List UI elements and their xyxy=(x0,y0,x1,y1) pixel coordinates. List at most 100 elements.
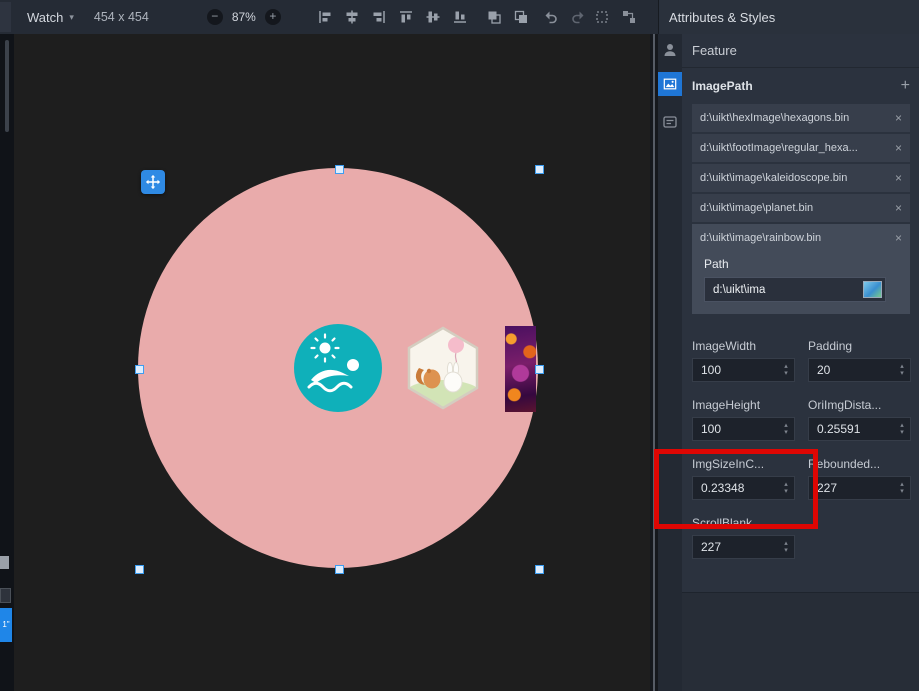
selection-handle[interactable] xyxy=(135,365,144,374)
remove-path-icon[interactable]: × xyxy=(895,111,902,125)
hexagon-image[interactable] xyxy=(406,326,480,410)
align-center-horizontal-icon[interactable] xyxy=(344,9,360,25)
remove-path-icon[interactable]: × xyxy=(895,171,902,185)
path-text: d:\uikt\footImage\regular_hexa... xyxy=(700,142,858,154)
align-right-icon[interactable] xyxy=(371,9,387,25)
path-text: d:\uikt\image\kaleidoscope.bin xyxy=(700,172,847,184)
path-input[interactable] xyxy=(704,277,886,302)
zoom-out-button[interactable]: − xyxy=(207,9,223,25)
left-edge-strip: 1" xyxy=(0,34,15,691)
left-scrollbar-thumb[interactable] xyxy=(5,40,9,132)
swim-badge-image[interactable] xyxy=(294,324,382,412)
align-horizontal-group xyxy=(317,9,387,25)
panel-header: Attributes & Styles xyxy=(658,0,919,34)
send-backward-icon[interactable] xyxy=(513,9,529,25)
undo-icon[interactable] xyxy=(543,9,559,25)
zoom-in-button[interactable]: + xyxy=(265,9,281,25)
path-list-item[interactable]: d:\uikt\image\planet.bin × xyxy=(692,194,910,222)
padding-label: Padding xyxy=(808,339,852,353)
image-tab-active[interactable] xyxy=(658,72,682,96)
image-height-spinner[interactable]: ▴▾ xyxy=(780,419,792,439)
rebounded-spinner[interactable]: ▴▾ xyxy=(896,478,908,498)
ori-img-distance-spinner[interactable]: ▴▾ xyxy=(896,419,908,439)
scroll-blank-spinner[interactable]: ▴▾ xyxy=(780,537,792,557)
spinner-down-icon[interactable]: ▾ xyxy=(900,370,904,377)
history-group xyxy=(543,9,586,25)
path-list-item[interactable]: d:\uikt\footImage\regular_hexa... × xyxy=(692,134,910,162)
user-tab[interactable] xyxy=(662,42,678,58)
watch-dropdown[interactable]: Watch ▾ xyxy=(27,10,74,25)
redo-icon[interactable] xyxy=(570,9,586,25)
scroll-blank-label: ScrollBlank... xyxy=(692,516,762,530)
spinner-down-icon[interactable]: ▾ xyxy=(784,370,788,377)
align-bottom-icon[interactable] xyxy=(452,9,468,25)
panel-title: Attributes & Styles xyxy=(669,10,775,25)
image-width-label: ImageWidth xyxy=(692,339,756,353)
list-tab[interactable] xyxy=(662,114,678,130)
spinner-up-icon[interactable]: ▴ xyxy=(900,481,904,488)
image-thumbnail[interactable] xyxy=(863,281,882,298)
corner-tab[interactable] xyxy=(0,2,11,32)
spinner-down-icon[interactable]: ▾ xyxy=(784,488,788,495)
align-vertical-group xyxy=(398,9,468,25)
padding-field: ▴▾ xyxy=(808,358,911,382)
swimmer-sun-icon xyxy=(294,324,382,412)
rebounded-field: ▴▾ xyxy=(808,476,911,500)
padding-spinner[interactable]: ▴▾ xyxy=(896,360,908,380)
spinner-up-icon[interactable]: ▴ xyxy=(784,363,788,370)
img-size-in-c-spinner[interactable]: ▴▾ xyxy=(780,478,792,498)
spinner-down-icon[interactable]: ▾ xyxy=(900,488,904,495)
align-middle-vertical-icon[interactable] xyxy=(425,9,441,25)
path-list-item[interactable]: d:\uikt\image\rainbow.bin × xyxy=(692,224,910,252)
left-strip-tab-2[interactable] xyxy=(0,588,11,603)
spinner-down-icon[interactable]: ▾ xyxy=(784,547,788,554)
spinner-down-icon[interactable]: ▾ xyxy=(784,429,788,436)
ori-img-distance-label: OriImgDista... xyxy=(808,398,881,412)
add-path-button[interactable]: + xyxy=(901,78,910,94)
canvas-scrollbar-thumb[interactable] xyxy=(653,34,655,691)
align-top-icon[interactable] xyxy=(398,9,414,25)
remove-path-icon[interactable]: × xyxy=(895,231,902,245)
selection-handle[interactable] xyxy=(135,565,144,574)
move-handle[interactable] xyxy=(141,170,165,194)
selection-handle[interactable] xyxy=(335,565,344,574)
path-list-item[interactable]: d:\uikt\image\kaleidoscope.bin × xyxy=(692,164,910,192)
scroll-blank-field: ▴▾ xyxy=(692,535,795,559)
left-strip-tab-active[interactable]: 1" xyxy=(0,608,12,642)
bring-forward-icon[interactable] xyxy=(486,9,502,25)
selection-handle[interactable] xyxy=(335,165,344,174)
list-icon xyxy=(662,114,678,130)
image-height-field: ▴▾ xyxy=(692,417,795,441)
spinner-up-icon[interactable]: ▴ xyxy=(900,422,904,429)
spinner-up-icon[interactable]: ▴ xyxy=(784,481,788,488)
path-list-item[interactable]: d:\uikt\hexImage\hexagons.bin × xyxy=(692,104,910,132)
design-canvas[interactable] xyxy=(14,34,650,691)
image-width-spinner[interactable]: ▴▾ xyxy=(780,360,792,380)
remove-path-icon[interactable]: × xyxy=(895,141,902,155)
spinner-up-icon[interactable]: ▴ xyxy=(900,363,904,370)
marquee-icon[interactable] xyxy=(594,9,610,25)
panel-bottom-area xyxy=(682,593,919,691)
group-icon[interactable] xyxy=(621,9,637,25)
remove-path-icon[interactable]: × xyxy=(895,201,902,215)
selection-handle[interactable] xyxy=(535,365,544,374)
kaleidoscope-image[interactable] xyxy=(505,326,536,412)
spinner-up-icon[interactable]: ▴ xyxy=(784,422,788,429)
spinner-up-icon[interactable]: ▴ xyxy=(784,540,788,547)
panel-icon-strip xyxy=(658,34,683,691)
path-sub-label: Path xyxy=(704,257,910,271)
selection-handle[interactable] xyxy=(535,565,544,574)
spinner-down-icon[interactable]: ▾ xyxy=(900,429,904,436)
path-edit-field xyxy=(704,277,886,302)
align-left-icon[interactable] xyxy=(317,9,333,25)
imagepath-label: ImagePath xyxy=(692,79,753,93)
left-strip-tab-1[interactable] xyxy=(0,556,9,569)
move-arrows-icon xyxy=(144,173,162,191)
selection-handle[interactable] xyxy=(535,165,544,174)
imagepath-list: d:\uikt\hexImage\hexagons.bin × d:\uikt\… xyxy=(692,104,910,316)
user-icon xyxy=(662,42,678,58)
feature-section-header[interactable]: Feature xyxy=(682,34,919,68)
canvas-scrollbar[interactable] xyxy=(650,34,658,691)
app-window: Watch ▾ 454 x 454 − 87% + xyxy=(0,0,919,691)
zoom-controls: − 87% + xyxy=(207,9,281,25)
